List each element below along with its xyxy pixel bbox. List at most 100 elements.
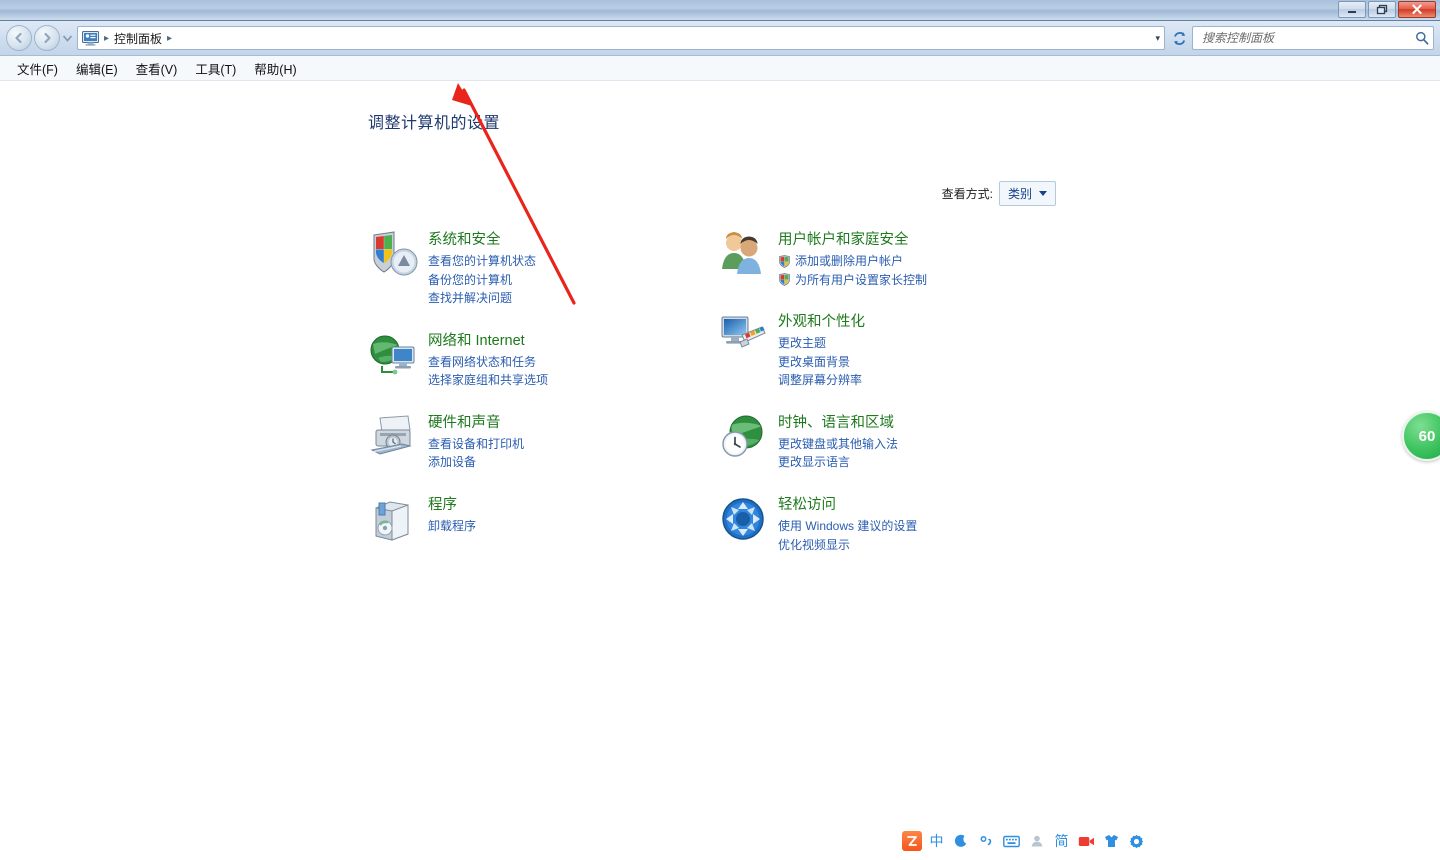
category-clock-language-region: 时钟、语言和区域 更改键盘或其他输入法 更改显示语言 [718,412,1118,472]
status-badge[interactable]: 60 [1402,411,1440,461]
category-column-left: 系统和安全 查看您的计算机状态 备份您的计算机 查找并解决问题 网络和 Inte… [368,229,718,554]
link-change-keyboard-input[interactable]: 更改键盘或其他输入法 [778,435,898,454]
breadcrumb-control-panel[interactable]: 控制面板 [111,30,165,47]
link-backup-computer[interactable]: 备份您的计算机 [428,271,536,290]
simplified-chinese-icon[interactable]: 简 [1051,831,1072,852]
ease-of-access-icon[interactable] [718,494,770,544]
sogou-glyph-icon [907,836,917,846]
category-appearance: 外观和个性化 更改主题 更改桌面背景 调整屏幕分辨率 [718,311,1118,390]
link-label: 为所有用户设置家长控制 [795,272,928,287]
category-title[interactable]: 时钟、语言和区域 [778,414,898,432]
programs-box-icon[interactable] [368,494,420,544]
link-view-devices-printers[interactable]: 查看设备和打印机 [428,435,524,454]
link-network-status[interactable]: 查看网络状态和任务 [428,353,548,372]
restore-button[interactable] [1368,1,1396,18]
breadcrumb-separator-last[interactable]: ▸ [165,33,174,44]
view-by-select[interactable]: 类别 [998,181,1056,206]
network-globe-icon[interactable] [368,330,420,380]
search-box[interactable] [1192,26,1434,50]
link-change-display-language[interactable]: 更改显示语言 [778,453,898,472]
close-button[interactable] [1398,1,1436,18]
restore-icon [1376,4,1388,15]
category-title[interactable]: 系统和安全 [428,231,536,249]
link-uninstall-program[interactable]: 卸载程序 [428,517,476,536]
settings-gear-icon[interactable] [1126,831,1147,852]
refresh-button[interactable] [1168,26,1190,50]
user-icon[interactable] [1026,831,1047,852]
category-user-accounts: 用户帐户和家庭安全 添加或删除用户帐户 为所有用户设置家长控制 [718,229,1118,289]
link-homegroup-sharing[interactable]: 选择家庭组和共享选项 [428,371,548,390]
breadcrumb-bar[interactable]: ▸ 控制面板 ▸ ▾ [77,26,1165,50]
menu-file[interactable]: 文件(F) [8,56,67,81]
back-button[interactable] [6,25,32,51]
security-shield-icon[interactable] [368,229,420,279]
minimize-button[interactable] [1338,1,1366,18]
uac-shield-icon [779,273,790,287]
link-change-wallpaper[interactable]: 更改桌面背景 [778,353,865,372]
link-windows-suggested-settings[interactable]: 使用 Windows 建议的设置 [778,517,917,536]
chinese-mode-icon[interactable]: 中 [926,831,947,852]
control-panel-content: 调整计算机的设置 查看方式: 类别 系统和安全 查看您的计算机状态 备份您的计算… [0,81,1440,860]
menu-bar: 文件(F) 编辑(E) 查看(V) 工具(T) 帮助(H) [0,56,1440,81]
link-add-remove-accounts[interactable]: 添加或删除用户帐户 [778,252,927,271]
address-dropdown-icon[interactable]: ▾ [1155,33,1160,44]
menu-edit[interactable]: 编辑(E) [67,56,127,81]
control-panel-icon [82,30,99,46]
keyboard-glyph-icon [1003,835,1020,847]
category-body: 系统和安全 查看您的计算机状态 备份您的计算机 查找并解决问题 [428,229,536,308]
punctuation-icon[interactable] [976,831,997,852]
recent-locations-button[interactable] [60,25,74,51]
category-body: 硬件和声音 查看设备和打印机 添加设备 [428,412,524,472]
view-by-label: 查看方式: [941,187,993,201]
gear-glyph-icon [1129,834,1144,848]
search-icon[interactable] [1415,31,1429,45]
category-hardware-and-sound: 硬件和声音 查看设备和打印机 添加设备 [368,412,718,472]
skin-icon[interactable] [1101,831,1122,852]
menu-view[interactable]: 查看(V) [127,56,187,81]
soft-keyboard-icon[interactable] [1001,831,1022,852]
category-body: 外观和个性化 更改主题 更改桌面背景 调整屏幕分辨率 [778,311,865,390]
printer-device-icon[interactable] [368,412,420,462]
category-network-and-internet: 网络和 Internet 查看网络状态和任务 选择家庭组和共享选项 [368,330,718,390]
menu-tools[interactable]: 工具(T) [186,56,245,81]
category-ease-of-access: 轻松访问 使用 Windows 建议的设置 优化视频显示 [718,494,1118,554]
chevron-down-icon [1039,191,1047,196]
category-title[interactable]: 硬件和声音 [428,414,524,432]
person-glyph-icon [1031,835,1042,847]
ime-toolbar: 中 简 [899,830,1150,852]
window-controls [1338,1,1436,18]
category-title[interactable]: 用户帐户和家庭安全 [778,231,927,249]
sogou-logo-icon[interactable] [902,831,922,851]
clock-globe-icon[interactable] [718,412,770,462]
link-troubleshoot[interactable]: 查找并解决问题 [428,289,536,308]
category-title[interactable]: 程序 [428,496,476,514]
category-columns: 系统和安全 查看您的计算机状态 备份您的计算机 查找并解决问题 网络和 Inte… [368,229,1328,554]
appearance-palette-icon[interactable] [718,311,770,361]
category-system-and-security: 系统和安全 查看您的计算机状态 备份您的计算机 查找并解决问题 [368,229,718,308]
category-title[interactable]: 网络和 Internet [428,332,548,350]
link-parental-controls[interactable]: 为所有用户设置家长控制 [778,271,927,290]
close-icon [1412,4,1422,14]
link-view-computer-status[interactable]: 查看您的计算机状态 [428,252,536,271]
video-icon[interactable] [1076,831,1097,852]
category-body: 网络和 Internet 查看网络状态和任务 选择家庭组和共享选项 [428,330,548,390]
page-title: 调整计算机的设置 [368,115,501,132]
category-body: 时钟、语言和区域 更改键盘或其他输入法 更改显示语言 [778,412,898,472]
forward-button[interactable] [34,25,60,51]
punctuation-glyph-icon [980,835,992,845]
video-camera-glyph-icon [1078,836,1094,846]
user-accounts-icon[interactable] [718,229,770,279]
link-change-theme[interactable]: 更改主题 [778,334,865,353]
category-body: 轻松访问 使用 Windows 建议的设置 优化视频显示 [778,494,917,554]
search-input[interactable] [1200,30,1415,46]
link-add-device[interactable]: 添加设备 [428,453,524,472]
link-screen-resolution[interactable]: 调整屏幕分辨率 [778,371,865,390]
category-title[interactable]: 外观和个性化 [778,313,865,331]
moon-icon[interactable] [951,831,972,852]
link-optimize-visual-display[interactable]: 优化视频显示 [778,536,917,555]
view-by-value: 类别 [1007,187,1032,201]
category-title[interactable]: 轻松访问 [778,496,917,514]
minimize-icon [1348,10,1356,13]
menu-help[interactable]: 帮助(H) [245,56,305,81]
moon-glyph-icon [954,834,967,847]
